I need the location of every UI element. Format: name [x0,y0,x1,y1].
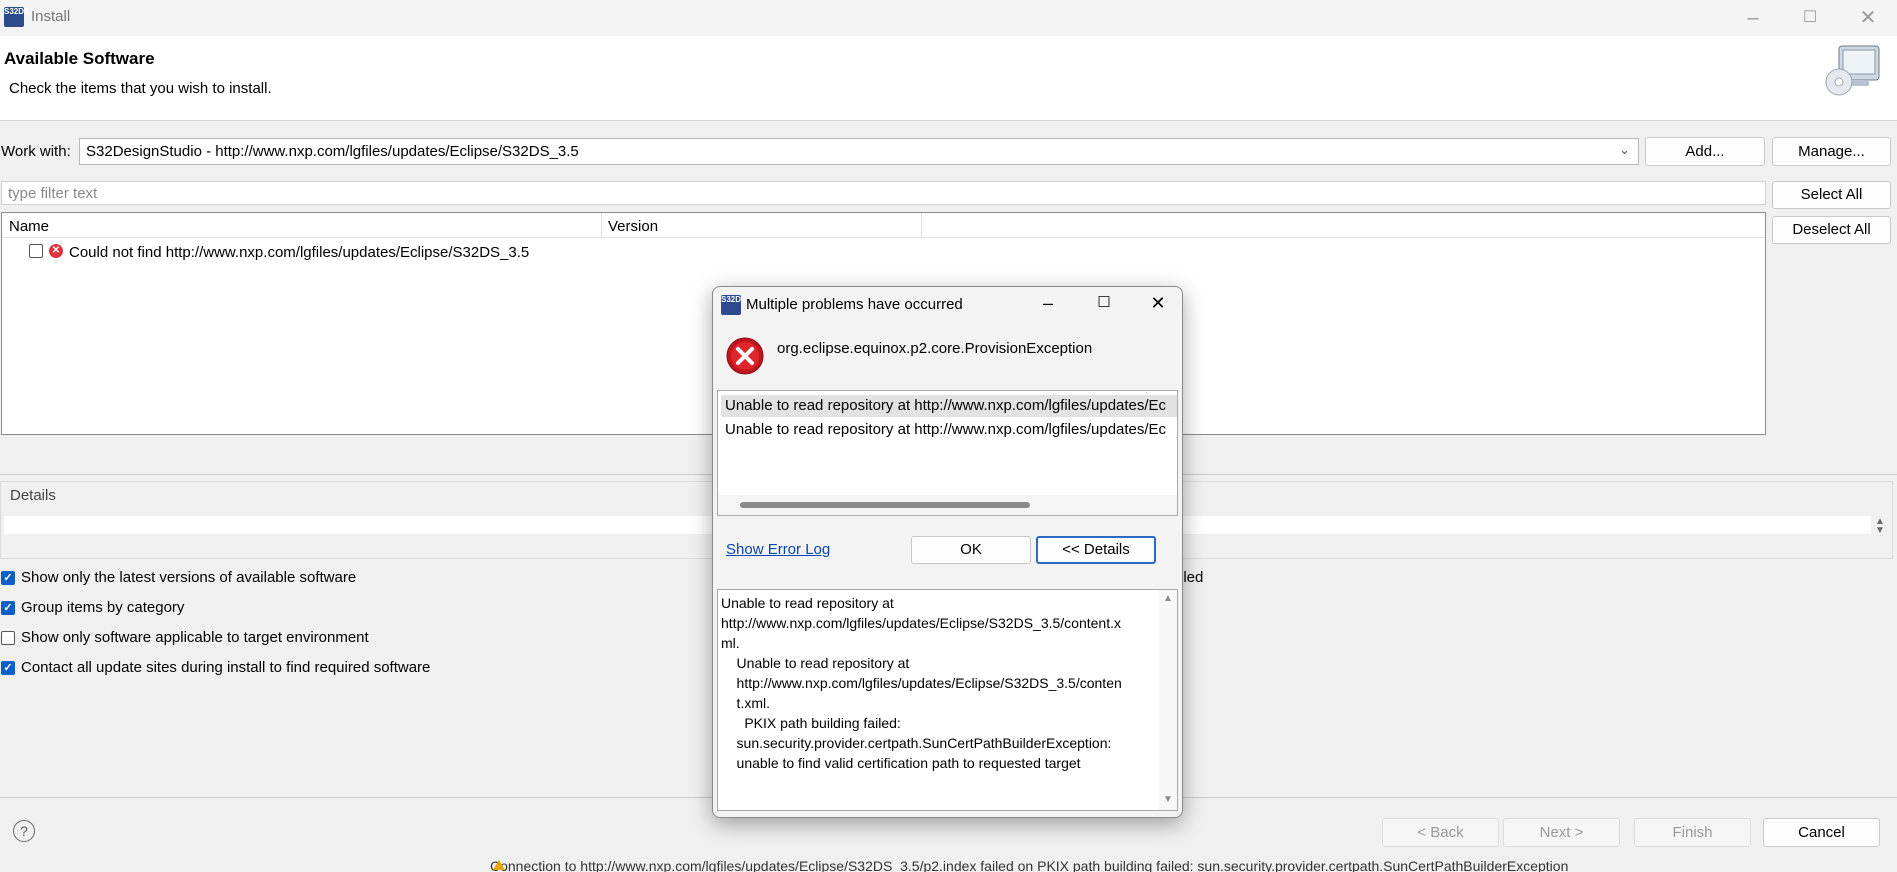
add-button[interactable]: Add... [1645,137,1765,166]
row-checkbox[interactable] [29,244,43,258]
select-all-button[interactable]: Select All [1772,181,1891,209]
scroll-up-icon[interactable]: ▲ [1163,593,1173,604]
filter-input[interactable]: type filter text [1,181,1766,205]
dialog-close-icon[interactable]: ✕ [1140,289,1176,317]
vertical-scrollbar[interactable]: ▲ ▼ [1159,590,1177,810]
problems-list[interactable]: Unable to read repository at http://www.… [717,390,1178,516]
scrollbar-thumb[interactable] [740,502,1030,508]
back-button[interactable]: < Back [1382,818,1499,847]
install-computer-icon [1825,42,1883,98]
scroll-arrows-icon[interactable]: ▲ ▼ [1875,517,1885,536]
details-toggle-button[interactable]: << Details [1036,536,1156,564]
manage-button[interactable]: Manage... [1772,137,1891,166]
close-icon[interactable]: ✕ [1848,2,1888,34]
page-title: Available Software [4,49,155,68]
checkbox-icon[interactable]: ✓ [1,661,15,675]
wizard-header: Available Software Check the items that … [0,36,1897,121]
page-subtitle: Check the items that you wish to install… [9,80,272,97]
scroll-down-icon[interactable]: ▼ [1163,794,1173,805]
column-name[interactable]: Name [9,218,49,235]
finish-button[interactable]: Finish [1634,818,1751,847]
app-icon: S32DS [4,7,29,27]
work-with-combo[interactable]: S32DesignStudio - http://www.nxp.com/lgf… [79,138,1639,165]
cancel-button[interactable]: Cancel [1763,818,1880,847]
list-item[interactable]: Unable to read repository at http://www.… [725,397,1166,414]
checkbox-icon[interactable]: ✓ [1,571,15,585]
dialog-maximize-icon[interactable]: ☐ [1086,289,1122,317]
option-label: Contact all update sites during install … [21,659,431,676]
ok-button[interactable]: OK [911,536,1031,564]
work-with-label: Work with: [1,143,71,160]
checkbox-icon[interactable]: ✓ [1,601,15,615]
partial-option-label: lled [1180,569,1204,586]
details-label: Details [10,487,56,504]
filter-placeholder: type filter text [8,185,98,202]
table-header: Name Version [2,213,1765,238]
option-label: Group items by category [21,599,185,616]
title-bar: S32DS Install – ☐ ✕ [0,0,1897,36]
error-dialog: S32DS Multiple problems have occurred – … [712,286,1183,818]
column-divider [921,213,922,237]
column-version[interactable]: Version [608,218,658,235]
dialog-title: Multiple problems have occurred [746,296,963,313]
exception-text: org.eclipse.equinox.p2.core.ProvisionExc… [777,340,1093,357]
horizontal-scrollbar[interactable] [718,495,1177,515]
details-text: Unable to read repository at http://www.… [721,595,1122,771]
dialog-minimize-icon[interactable]: – [1030,289,1066,317]
next-button[interactable]: Next > [1503,818,1620,847]
maximize-icon[interactable]: ☐ [1790,2,1830,34]
chevron-down-icon[interactable]: ⌄ [1619,142,1630,158]
error-icon: ✕ [49,244,63,258]
option-label: Show only software applicable to target … [21,629,369,646]
dialog-app-icon: S32DS [721,295,746,315]
column-divider [601,213,602,237]
help-icon[interactable]: ? [13,820,35,842]
show-error-log-link[interactable]: Show Error Log [726,541,830,558]
error-icon [726,337,764,375]
window-title: Install [31,8,71,25]
work-with-value: S32DesignStudio - http://www.nxp.com/lgf… [86,143,579,160]
minimize-icon[interactable]: – [1733,2,1773,34]
deselect-all-button[interactable]: Deselect All [1772,216,1891,244]
list-item[interactable]: Unable to read repository at http://www.… [725,421,1166,438]
table-row[interactable]: ✕ Could not find http://www.nxp.com/lgfi… [2,240,1765,264]
checkbox-icon[interactable] [1,631,15,645]
row-name: Could not find http://www.nxp.com/lgfile… [69,244,530,261]
details-textarea[interactable]: Unable to read repository at http://www.… [717,589,1178,811]
dialog-title-bar: S32DS Multiple problems have occurred – … [713,287,1182,321]
option-label: Show only the latest versions of availab… [21,569,357,586]
